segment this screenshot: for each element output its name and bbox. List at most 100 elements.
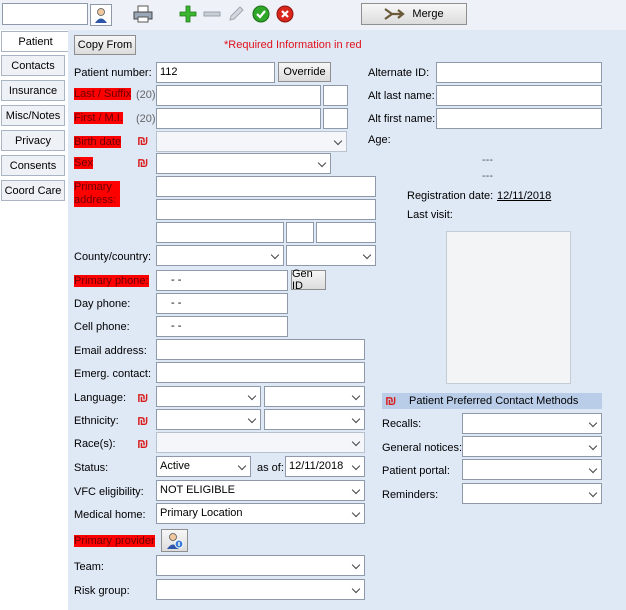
provider-lookup-icon <box>166 532 183 549</box>
city-field[interactable] <box>156 222 284 243</box>
tab-contacts[interactable]: Contacts <box>1 55 65 76</box>
confirm-icon <box>252 5 270 23</box>
sidebar: Patient Contacts Insurance Misc/Notes Pr… <box>0 30 69 610</box>
first-mi-label: First / M.I. <box>74 112 123 124</box>
tab-privacy[interactable]: Privacy <box>1 130 65 151</box>
tab-coord-care[interactable]: Coord Care <box>1 180 65 201</box>
last-visit-label: Last visit: <box>407 209 453 221</box>
address-line1-field[interactable] <box>156 176 376 197</box>
ethnicity-select[interactable] <box>156 409 261 430</box>
copy-from-button[interactable]: Copy From <box>74 35 136 55</box>
add-button[interactable] <box>178 4 198 24</box>
alt-first-name-field[interactable] <box>436 108 602 129</box>
ethnicity-label: Ethnicity: <box>74 415 119 427</box>
print-button[interactable] <box>133 4 153 24</box>
required-symbol-icon: ₪ <box>385 393 396 408</box>
alt-last-name-field[interactable] <box>436 85 602 106</box>
patient-photo[interactable] <box>446 231 571 384</box>
email-field[interactable] <box>156 339 365 360</box>
team-select[interactable] <box>156 555 365 576</box>
tab-misc-notes[interactable]: Misc/Notes <box>1 105 65 126</box>
email-label: Email address: <box>74 345 147 357</box>
required-symbol-icon: ₪ <box>137 436 148 451</box>
registration-date-value: 12/11/2018 <box>497 190 552 202</box>
first-name-field[interactable] <box>156 108 321 129</box>
tab-patient[interactable]: Patient <box>1 31 69 52</box>
vfc-eligibility-select[interactable]: NOT ELIGIBLE <box>156 480 365 501</box>
risk-group-select[interactable] <box>156 579 365 600</box>
cancel-icon <box>276 5 294 23</box>
birth-date-label: Birth date <box>74 136 122 148</box>
language-label: Language: <box>74 392 126 404</box>
contact-methods-title: Patient Preferred Contact Methods <box>409 395 579 407</box>
recalls-select[interactable] <box>462 413 602 434</box>
patient-search-icon <box>95 8 107 23</box>
patient-number-label: Patient number: <box>74 67 152 79</box>
required-note: *Required Information in red <box>224 39 362 51</box>
patient-number-field[interactable]: 112 <box>156 62 275 83</box>
risk-group-label: Risk group: <box>74 585 130 597</box>
edit-button[interactable] <box>226 4 246 24</box>
reminders-select[interactable] <box>462 483 602 504</box>
emerg-contact-field[interactable] <box>156 362 365 383</box>
gen-id-button[interactable]: Gen ID <box>291 268 326 292</box>
as-of-date-field[interactable]: 12/11/2018 <box>285 456 365 477</box>
status-select[interactable]: Active <box>156 456 251 477</box>
last-name-field[interactable] <box>156 85 321 106</box>
first-count: (20) <box>136 113 156 125</box>
general-notices-label: General notices: <box>382 442 463 454</box>
status-label: Status: <box>74 462 109 474</box>
language-secondary-select[interactable] <box>264 386 365 407</box>
last-count: (20) <box>136 89 156 101</box>
last-suffix-label: Last / Suffix <box>74 88 132 100</box>
alt-first-name-label: Alt first name: <box>368 113 436 125</box>
ethnicity-secondary-select[interactable] <box>264 409 365 430</box>
language-select[interactable] <box>156 386 261 407</box>
required-symbol-icon: ₪ <box>137 155 148 170</box>
primary-provider-label: Primary provider <box>74 535 155 547</box>
merge-button[interactable]: Merge <box>361 3 467 25</box>
contact-methods-header: ₪ Patient Preferred Contact Methods <box>382 393 602 409</box>
merge-label: Merge <box>412 8 444 20</box>
general-notices-select[interactable] <box>462 436 602 457</box>
age-label: Age: <box>368 134 391 146</box>
county-select[interactable] <box>156 245 284 266</box>
required-symbol-icon: ₪ <box>137 133 148 148</box>
county-country-label: County/country: <box>74 251 152 263</box>
emerg-contact-label: Emerg. contact: <box>74 368 152 380</box>
tab-insurance[interactable]: Insurance <box>1 80 65 101</box>
day-phone-field[interactable]: - - <box>156 293 288 314</box>
toolbar: Merge <box>0 0 626 31</box>
birth-date-field[interactable] <box>156 131 347 152</box>
day-phone-label: Day phone: <box>74 298 131 310</box>
state-field[interactable] <box>286 222 314 243</box>
primary-phone-field[interactable]: - - <box>156 270 288 291</box>
country-select[interactable] <box>286 245 376 266</box>
primary-address-label: Primary address: <box>74 181 120 207</box>
delete-button[interactable] <box>202 4 222 24</box>
cell-phone-label: Cell phone: <box>74 321 130 333</box>
registration-date-label: Registration date: <box>407 190 494 202</box>
override-button[interactable]: Override <box>278 62 331 82</box>
dash-placeholder: --- <box>482 154 493 166</box>
confirm-button[interactable] <box>251 4 271 24</box>
provider-lookup-button[interactable] <box>161 529 188 552</box>
zip-field[interactable] <box>316 222 376 243</box>
cell-phone-field[interactable]: - - <box>156 316 288 337</box>
medical-home-select[interactable]: Primary Location <box>156 503 365 524</box>
patient-portal-label: Patient portal: <box>382 465 450 477</box>
middle-initial-field[interactable] <box>323 108 348 129</box>
edit-icon <box>229 6 244 21</box>
tab-consents[interactable]: Consents <box>1 155 65 176</box>
suffix-field[interactable] <box>323 85 348 106</box>
medical-home-label: Medical home: <box>74 509 146 521</box>
cancel-button[interactable] <box>275 4 295 24</box>
patient-search-input[interactable] <box>2 3 88 25</box>
alternate-id-field[interactable] <box>436 62 602 83</box>
patient-portal-select[interactable] <box>462 459 602 480</box>
dash-placeholder: --- <box>482 170 493 182</box>
patient-search-button[interactable] <box>90 4 112 26</box>
race-select[interactable] <box>156 432 365 453</box>
sex-select[interactable] <box>156 153 331 174</box>
address-line2-field[interactable] <box>156 199 376 220</box>
